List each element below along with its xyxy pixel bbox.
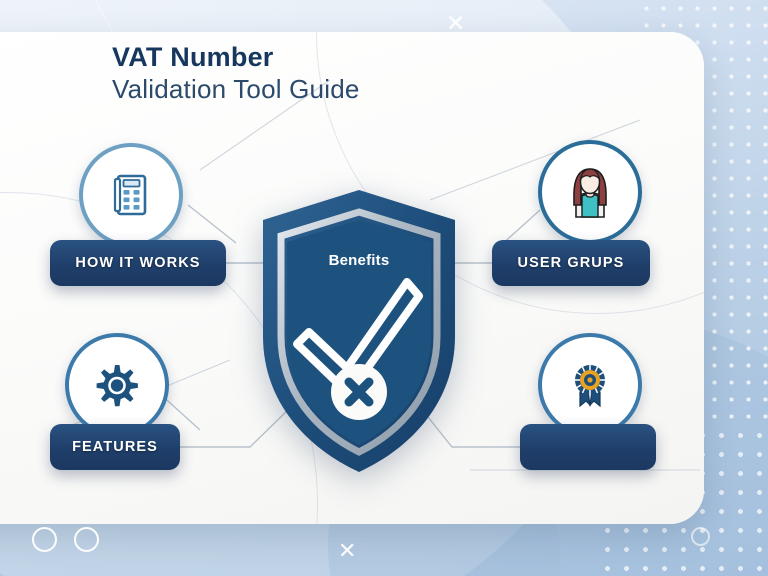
infographic-canvas: ✕ ✕ VAT Number Validation Tool Guide Ben… [0, 0, 768, 576]
pill-label-features: FEATURES [72, 439, 158, 455]
pill-award[interactable] [520, 424, 656, 470]
icon-node-features[interactable] [65, 333, 169, 437]
page-title: VAT Number Validation Tool Guide [112, 42, 360, 106]
title-primary: VAT Number [112, 42, 274, 72]
pill-features[interactable]: FEATURES [50, 424, 180, 470]
pill-label-how-it-works: HOW IT WORKS [75, 255, 201, 271]
icon-ring [73, 341, 161, 429]
cross-icon [331, 364, 387, 420]
title-secondary: Validation Tool Guide [112, 74, 360, 105]
pill-user-groups[interactable]: USER GRUPS [492, 240, 650, 286]
decor-x-top: ✕ [446, 10, 466, 36]
shield-icon [255, 186, 463, 476]
icon-ring [546, 148, 634, 236]
icon-node-user-groups[interactable] [538, 140, 642, 244]
decor-x-bottom: ✕ [338, 538, 357, 563]
icon-node-how-it-works[interactable] [79, 143, 183, 247]
pill-label-user-groups: USER GRUPS [517, 255, 625, 271]
pill-how-it-works[interactable]: HOW IT WORKS [50, 240, 226, 286]
decor-circle-left-2 [74, 527, 99, 552]
decor-circle-bottom-right [691, 527, 710, 546]
decor-circle-left-1 [32, 527, 57, 552]
icon-ring [546, 341, 634, 429]
icon-node-award[interactable] [538, 333, 642, 437]
icon-ring [87, 151, 175, 239]
